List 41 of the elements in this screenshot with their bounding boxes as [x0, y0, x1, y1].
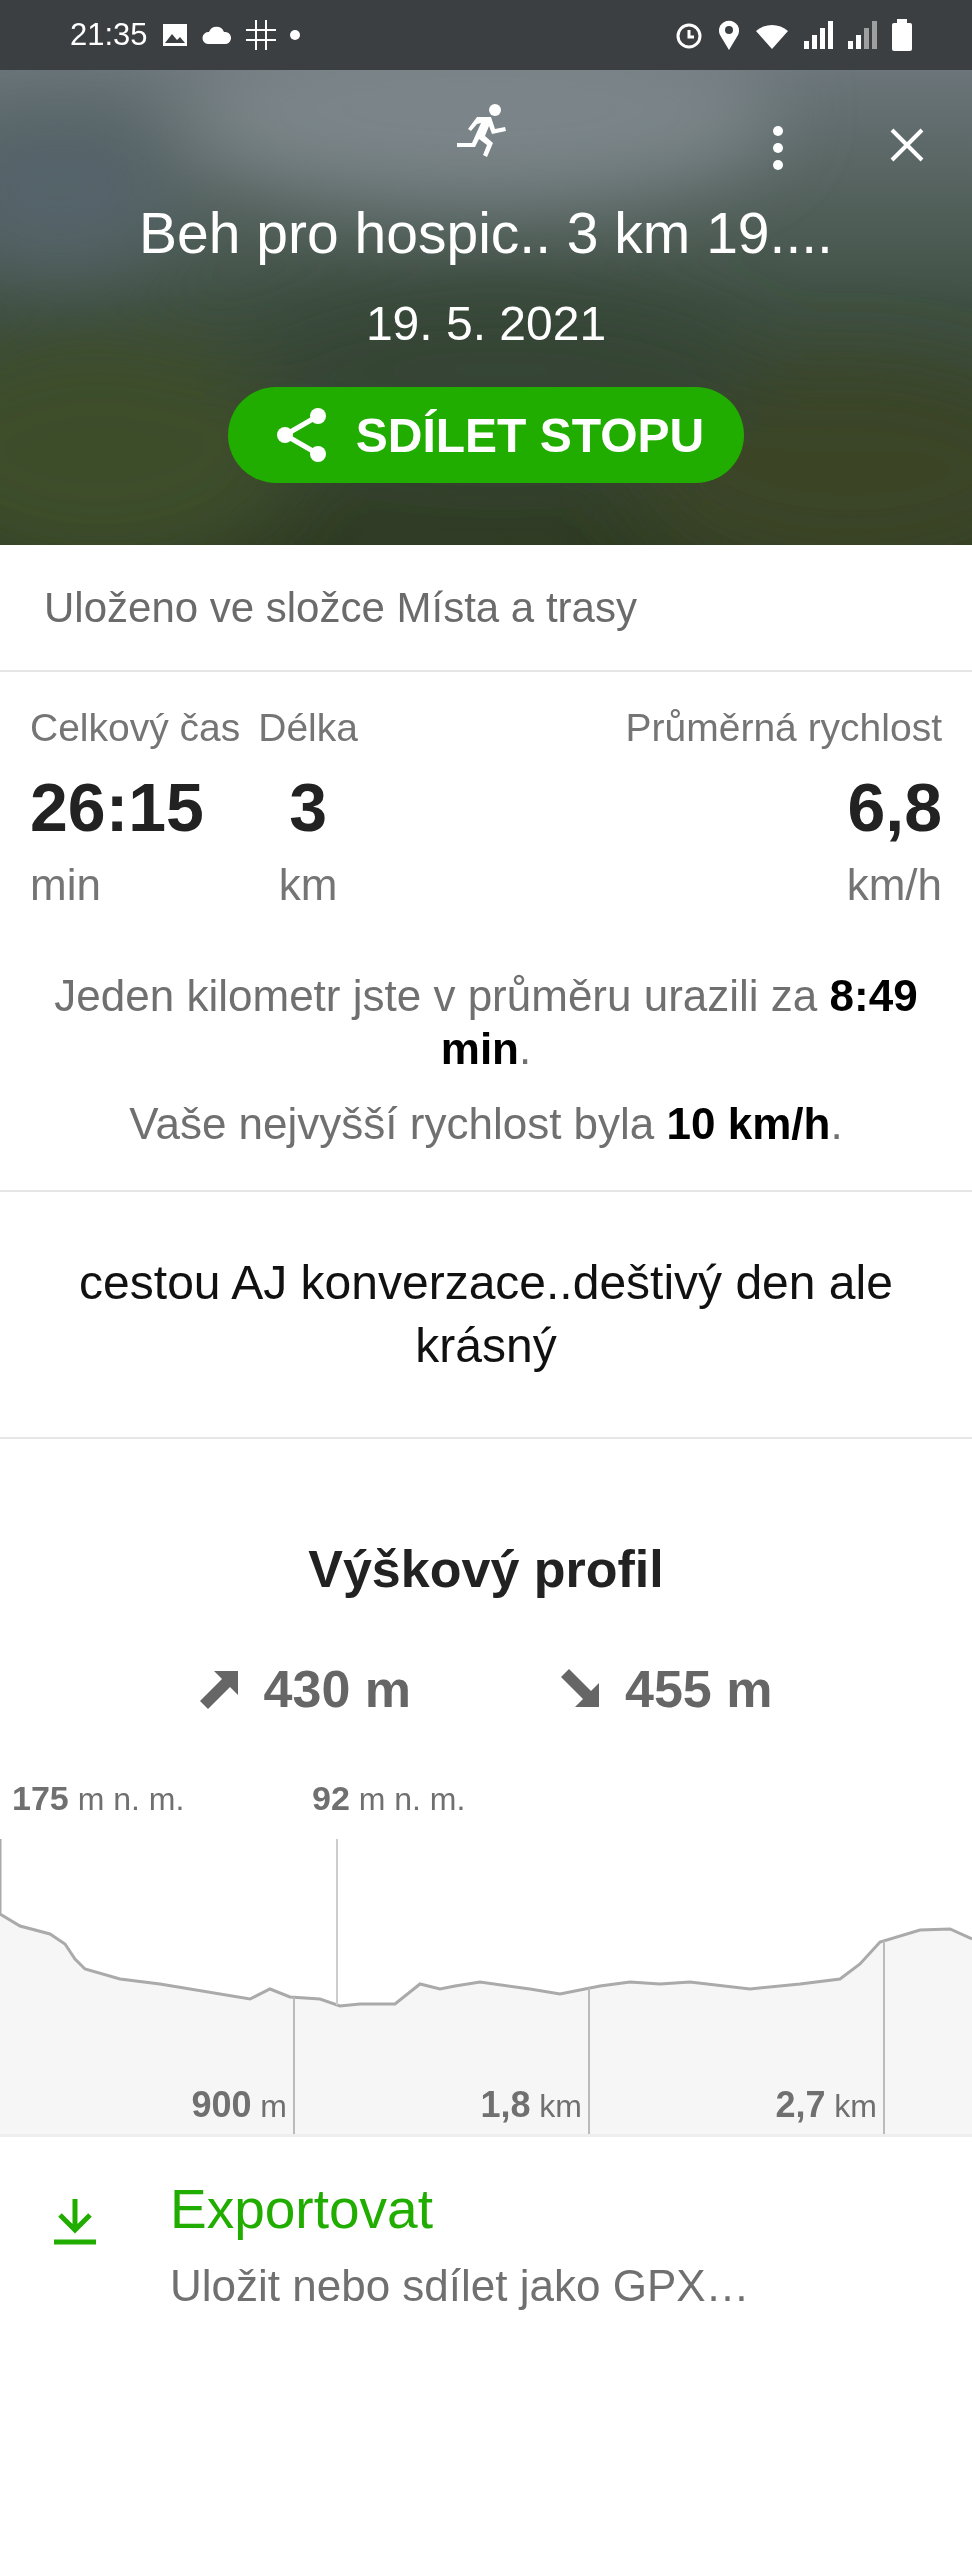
descent-value: 455 m — [561, 1659, 773, 1720]
distance-label: 2,7 km — [775, 2084, 877, 2127]
stat-value: 6,8 — [846, 768, 942, 846]
track-title: Beh pro hospic.. 3 km 19.... — [139, 200, 833, 266]
distance-label: 900 m — [191, 2084, 287, 2127]
track-date: 19. 5. 2021 — [365, 296, 607, 351]
export-subtitle: Uložit nebo sdílet jako GPX… — [170, 2261, 750, 2312]
track-note: cestou AJ konverzace..deštivý den ale krásný — [0, 1192, 972, 1440]
stat-unit: min — [30, 860, 102, 910]
min-elevation-label: 92 m n. m. — [312, 1779, 467, 1820]
stat-unit: km/h — [845, 860, 942, 910]
section-title: Výškový profil — [307, 1539, 665, 1600]
stat-label: Délka — [258, 706, 358, 750]
cloud-icon — [201, 26, 232, 44]
stat-label: Celkový čas — [30, 706, 241, 750]
export-item[interactable]: Exportovat Uložit nebo sdílet jako GPX… — [0, 2134, 972, 2555]
dot-icon — [289, 30, 300, 40]
export-title: Exportovat — [170, 2177, 434, 2242]
summary-text: Jeden kilometr jste v průměru urazili za 8:49 min. — [53, 970, 919, 1075]
stat-value: 3 — [288, 768, 328, 846]
summary-text: Vaše nejvyšší rychlost byla 10 km/h. — [128, 1097, 844, 1150]
ascent-value: 430 m — [199, 1659, 411, 1720]
folder-note: Uloženo ve složce Místa a trasy — [0, 545, 972, 672]
arrow-up-right-icon — [199, 1669, 240, 1710]
distance-label: 1,8 km — [480, 2084, 582, 2127]
max-elevation-label: 175 m n. m. — [12, 1779, 186, 1820]
close-icon[interactable] — [890, 128, 924, 162]
share-icon — [275, 407, 328, 463]
grid-icon — [245, 20, 276, 50]
download-icon — [52, 2197, 98, 2246]
signal-icon — [804, 21, 834, 49]
location-icon — [718, 20, 740, 50]
battery-icon — [892, 19, 912, 51]
arrow-down-right-icon — [561, 1669, 601, 1710]
stat-unit: km — [277, 860, 339, 910]
stat-value: 26:15 — [30, 768, 205, 846]
signal-icon — [848, 21, 878, 49]
share-track-button[interactable]: SDÍLET STOPU — [227, 387, 745, 483]
status-time: 21:35 — [70, 17, 148, 53]
image-icon — [161, 23, 188, 47]
stat-label: Průměrná rychlost — [624, 706, 942, 750]
